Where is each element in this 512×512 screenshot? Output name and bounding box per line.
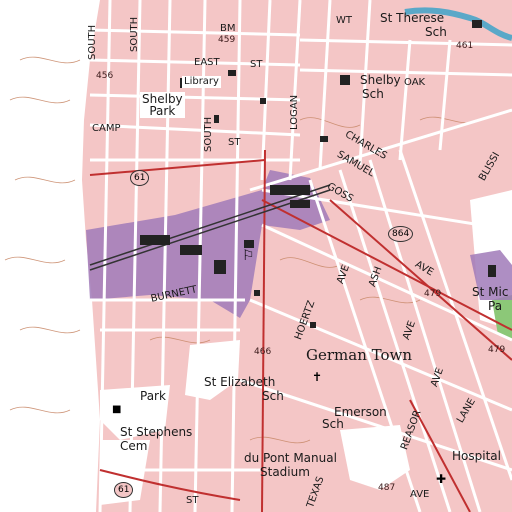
logan-street-label: LOGAN bbox=[289, 94, 300, 130]
church-cross-icon: ✝ bbox=[312, 370, 323, 384]
shelby-sch-sch-label: Sch bbox=[362, 87, 384, 101]
st-therese-sch-label: Sch bbox=[425, 25, 447, 39]
st-label-2: ST bbox=[228, 137, 241, 148]
st-stephens-label[interactable]: St Stephens bbox=[120, 426, 192, 438]
emerson-sch-label: Sch bbox=[322, 417, 344, 431]
elevation-479: 479 bbox=[424, 289, 442, 299]
bm-elevation: 459 bbox=[218, 35, 236, 45]
st-label-1: ST bbox=[250, 59, 263, 70]
open-area-west bbox=[0, 0, 100, 512]
hospital-cross-icon: ✚ bbox=[436, 472, 447, 486]
elevation-466: 466 bbox=[254, 347, 272, 357]
hospital-label[interactable]: Hospital bbox=[452, 450, 501, 462]
topographic-map[interactable]: Shelby Park Library BM 459 WT St Therese… bbox=[0, 0, 512, 512]
route-864-shield: 864 bbox=[388, 226, 414, 242]
st-michael-label[interactable]: St Mic bbox=[472, 286, 508, 298]
south-street-label-2: SOUTH bbox=[129, 16, 140, 52]
park-pa-label: Pa bbox=[488, 299, 503, 313]
st-label-bottom: ST bbox=[186, 495, 199, 506]
elevation-461: 461 bbox=[456, 41, 474, 51]
oak-street-label: OAK bbox=[404, 77, 426, 88]
cemetery-label: Cem bbox=[120, 439, 148, 453]
water-tank-label: WT bbox=[336, 15, 352, 26]
map-base bbox=[0, 0, 512, 512]
german-town-label[interactable]: German Town bbox=[306, 348, 412, 363]
elevation-456: 456 bbox=[96, 71, 114, 81]
elevation-487: 487 bbox=[378, 483, 396, 493]
bm-label: BM bbox=[220, 23, 236, 34]
east-street-label: EAST bbox=[194, 57, 220, 68]
st-elizabeth-label[interactable]: St Elizabeth bbox=[204, 376, 275, 388]
ave-label-5: AVE bbox=[410, 489, 430, 500]
st-therese-label[interactable]: St Therese bbox=[380, 12, 444, 24]
shelby-park-label[interactable]: Shelby Park bbox=[140, 92, 185, 118]
park-label[interactable]: Park bbox=[140, 390, 166, 402]
camp-street-label: CAMP bbox=[92, 123, 121, 134]
south-street-label-1: SOUTH bbox=[87, 24, 98, 60]
south-street-label-3: SOUTH bbox=[203, 116, 214, 152]
park-marker-icon: ■ bbox=[112, 404, 122, 415]
shelby-sch-label[interactable]: Shelby bbox=[360, 74, 401, 86]
dupont-manual-label[interactable]: du Pont Manual bbox=[244, 452, 337, 464]
stadium-label: Stadium bbox=[260, 465, 310, 479]
elevation-479b: 479 bbox=[488, 345, 506, 355]
flag-icon: ⚐ bbox=[242, 248, 255, 264]
library-label[interactable]: Library bbox=[182, 76, 221, 88]
st-elizabeth-sch-label: Sch bbox=[262, 389, 284, 403]
